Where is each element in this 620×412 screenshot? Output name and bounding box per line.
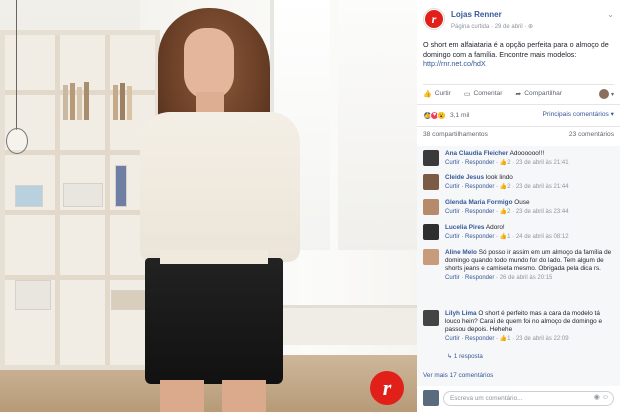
comment-date: · 23 de abril às 21:44	[510, 184, 569, 190]
share-label: Compartilhar	[524, 90, 563, 97]
avatar	[423, 390, 439, 406]
avatar[interactable]	[423, 199, 439, 215]
view-more-comments-link[interactable]: Ver mais 17 comentários	[423, 372, 493, 379]
comment-text: Ouse	[514, 199, 530, 206]
wow-reaction-icon: 😮	[437, 110, 446, 120]
comment-actions[interactable]: Curtir · Responder ·	[445, 275, 500, 281]
comment-author[interactable]: Cleide Jesus	[445, 174, 484, 181]
comment-date: · 23 de abril às 21:41	[510, 160, 569, 166]
comment-label: Comentar	[473, 90, 503, 97]
comment-meta: Curtir · Responder · 👍1 · 23 de abril às…	[445, 335, 613, 343]
comment-text: Adoro!	[485, 224, 505, 231]
model-shorts	[145, 258, 283, 384]
divider	[417, 104, 620, 105]
page-avatar[interactable]: r	[423, 8, 445, 30]
post-meta: Página curtida · 29 de abril · ⊕	[451, 24, 534, 30]
comment-date: 26 de abril às 20:15	[499, 275, 553, 281]
pendant-lamp	[6, 128, 28, 154]
comment-text: look lindo	[485, 174, 513, 181]
model-leg	[222, 380, 266, 412]
thumbs-up-icon: 👍	[423, 90, 432, 98]
comment-count[interactable]: 23 comentários	[569, 131, 614, 138]
comment-author[interactable]: Aline Melo	[445, 249, 477, 256]
avatar[interactable]	[423, 310, 439, 326]
composer-tools-icons[interactable]: ◉ ☺	[594, 393, 609, 401]
reactions-summary[interactable]: 👍 ♥ 😮 3,1 mil Principais comentários ▾	[423, 108, 614, 122]
avatar[interactable]	[423, 174, 439, 190]
comment-icon: ▭	[463, 90, 471, 98]
comment-meta: Curtir · Responder · 👍2 · 23 de abril às…	[445, 159, 613, 167]
post-body: O short em alfaiataria é a opção perfeit…	[423, 40, 609, 59]
page-name-link[interactable]: Lojas Renner	[451, 10, 502, 19]
avatar[interactable]	[423, 224, 439, 240]
chevron-down-icon[interactable]: ⌄	[607, 10, 614, 19]
view-replies-link[interactable]: ↳ 1 resposta	[447, 353, 483, 360]
renner-logo: r	[370, 371, 404, 405]
post-header: r Lojas Renner Página curtida · 29 de ab…	[423, 6, 614, 34]
avatar[interactable]	[423, 249, 439, 265]
comment-actions[interactable]: Curtir · Responder ·	[445, 160, 500, 166]
comment-actions[interactable]: Curtir · Responder ·	[445, 336, 500, 342]
post-text: O short em alfaiataria é a opção perfeit…	[423, 40, 613, 69]
avatar[interactable]	[423, 150, 439, 166]
logo-letter: r	[382, 375, 392, 400]
share-icon: ➦	[515, 90, 522, 98]
post-link[interactable]: http://rnr.net.co/hdX	[423, 59, 486, 68]
model-leg	[160, 380, 204, 412]
post-actions: 👍 Curtir ▭ Comentar ➦ Compartilhar ▾	[423, 84, 614, 102]
post-photo[interactable]: r	[0, 0, 417, 412]
window	[338, 0, 417, 250]
comment-author[interactable]: Lucelia Pires	[445, 224, 484, 231]
comment-meta: Curtir · Responder · 26 de abril às 20:1…	[445, 274, 613, 282]
bench	[270, 305, 417, 345]
share-count[interactable]: 38 compartilhamentos	[423, 131, 488, 138]
pendant-lamp-cord	[16, 0, 17, 130]
reaction-selector[interactable]: ▾	[598, 89, 614, 99]
comment-composer: Escreva um comentário... ◉ ☺	[423, 390, 614, 407]
comment-actions[interactable]: Curtir · Responder ·	[445, 209, 500, 215]
comment-meta: Curtir · Responder · 👍2 · 23 de abril às…	[445, 183, 613, 191]
comment-button[interactable]: ▭ Comentar	[464, 90, 503, 98]
comment-meta: Curtir · Responder · 👍2 · 23 de abril às…	[445, 208, 613, 216]
comment-date: · 24 de abril às 08:12	[510, 234, 569, 240]
like-button[interactable]: 👍 Curtir	[423, 90, 451, 98]
reaction-count: 3,1 mil	[450, 111, 470, 119]
engagement-stats: 38 compartilhamentos 23 comentários	[423, 131, 614, 141]
comment-author[interactable]: Ana Claudia Fleicher	[445, 150, 508, 157]
logo-letter: r	[425, 10, 443, 28]
model-blouse	[140, 112, 300, 262]
comment-meta: Curtir · Responder · 👍1 · 24 de abril às…	[445, 233, 613, 241]
post-panel: r Lojas Renner Página curtida · 29 de ab…	[417, 0, 620, 412]
avatar	[598, 89, 609, 99]
like-label: Curtir	[434, 90, 451, 97]
share-button[interactable]: ➦ Compartilhar	[515, 90, 562, 98]
bookshelf	[0, 30, 160, 370]
comment-author[interactable]: Glenda Maria Formigo	[445, 199, 512, 206]
comment-date: · 23 de abril às 23:44	[510, 209, 569, 215]
comment-placeholder: Escreva um comentário...	[450, 395, 523, 402]
comment-author[interactable]: Lilyh Lima	[445, 310, 477, 317]
comment-input[interactable]: Escreva um comentário...	[443, 391, 614, 406]
model-face	[184, 28, 234, 100]
chevron-down-icon: ▾	[610, 91, 614, 98]
comment-actions[interactable]: Curtir · Responder ·	[445, 184, 500, 190]
comments-list: Ana Claudia Fleicher Adoooooo!!! Curtir …	[417, 146, 620, 386]
comment-date: · 23 de abril às 22:09	[510, 336, 569, 342]
divider	[417, 126, 620, 127]
comment-text: Adoooooo!!!	[509, 150, 545, 157]
comment-actions[interactable]: Curtir · Responder ·	[445, 234, 500, 240]
comment-sort-dropdown[interactable]: Principais comentários ▾	[543, 110, 614, 118]
model-belt	[160, 250, 268, 264]
